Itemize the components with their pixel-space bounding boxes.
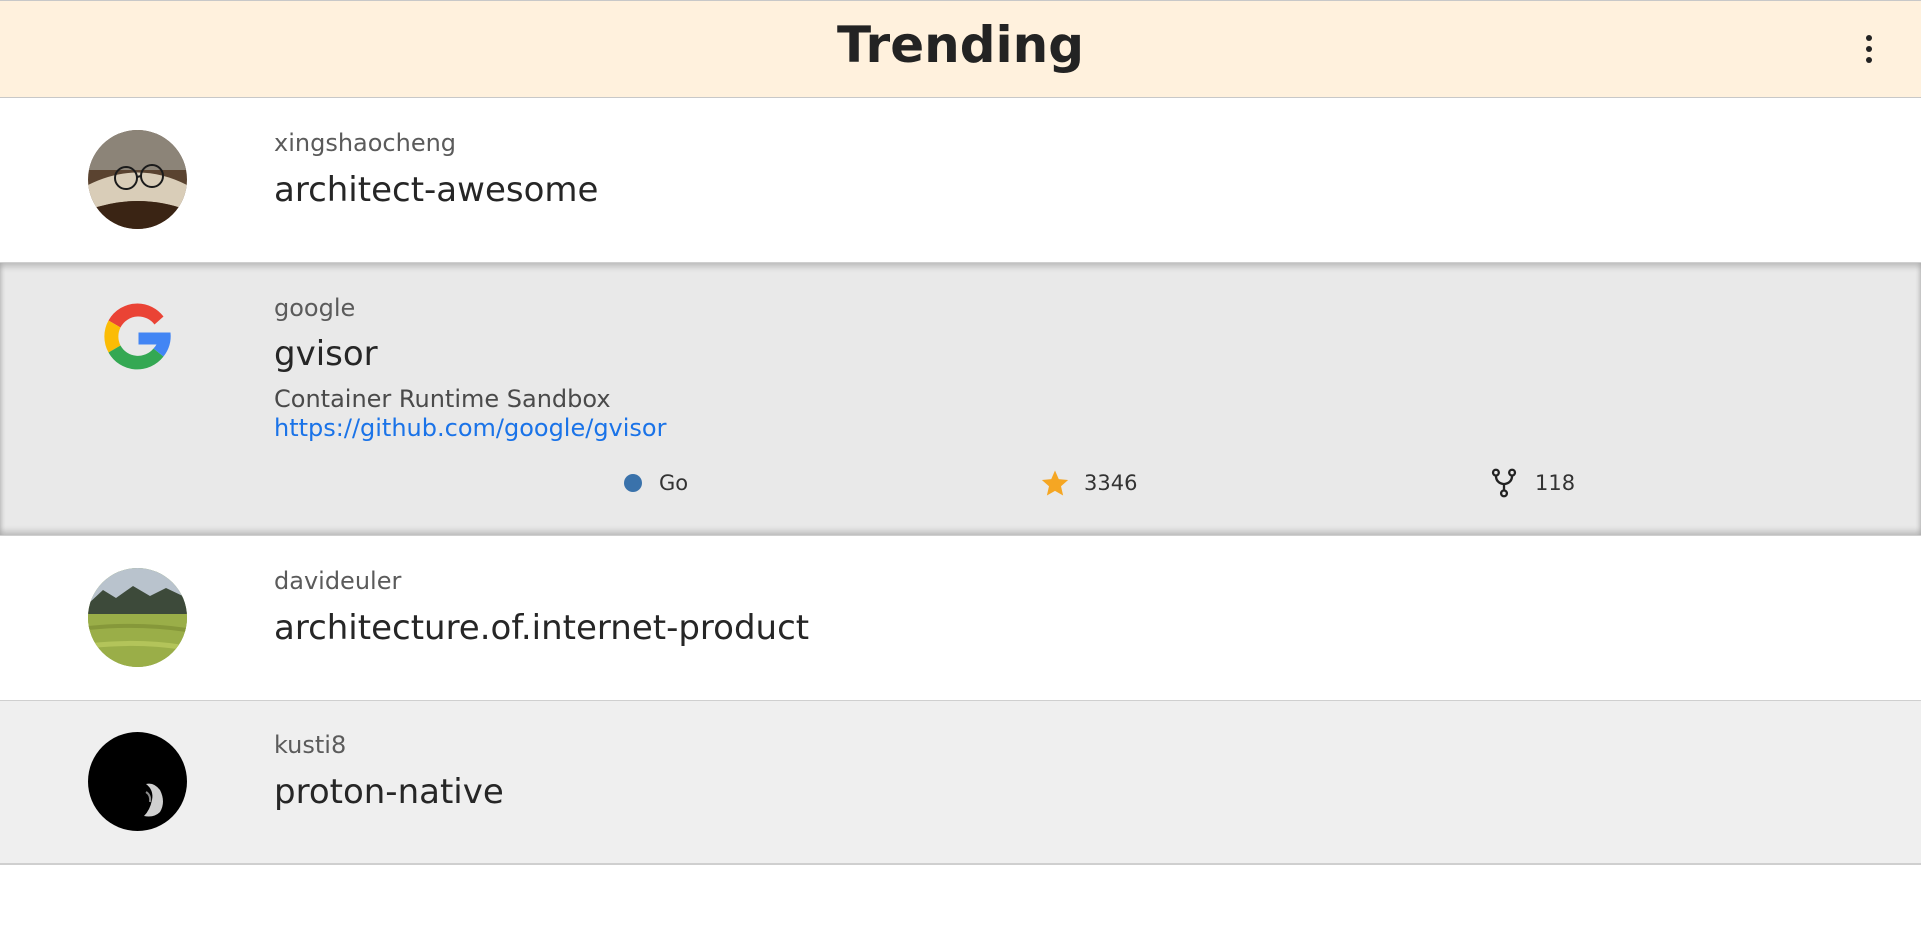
avatar (88, 568, 187, 667)
repo-name[interactable]: architecture.of.internet-product (274, 607, 809, 649)
repo-name[interactable]: architect-awesome (274, 169, 598, 211)
list-item[interactable]: xingshaocheng architect-awesome (0, 98, 1921, 262)
forks-count: 118 (1535, 471, 1576, 495)
more-vert-icon[interactable] (1857, 27, 1881, 71)
page-title: Trending (836, 16, 1085, 74)
avatar (88, 130, 187, 229)
list-item[interactable]: kusti8 proton-native (0, 700, 1921, 865)
star-icon (1041, 470, 1069, 496)
repo-owner: xingshaocheng (274, 129, 457, 157)
language-stat: Go (624, 471, 688, 495)
list-item[interactable]: davideuler architecture.of.internet-prod… (0, 536, 1921, 700)
stars-stat: 3346 (1040, 468, 1137, 498)
repo-url-link[interactable]: https://github.com/google/gvisor (274, 413, 666, 443)
stars-count: 3346 (1084, 471, 1138, 495)
repo-owner: kusti8 (274, 731, 347, 759)
repo-owner: google (274, 294, 356, 322)
repo-name[interactable]: proton-native (274, 771, 504, 813)
list-item-selected[interactable]: google gvisor Container Runtime Sandbox … (0, 262, 1921, 536)
google-logo-avatar (88, 287, 187, 386)
repo-name[interactable]: gvisor (274, 333, 378, 375)
language-label: Go (659, 471, 689, 495)
avatar (88, 732, 187, 831)
forks-stat: 118 (1490, 468, 1575, 498)
fork-icon (1491, 468, 1517, 498)
repo-description: Container Runtime Sandbox (274, 385, 611, 413)
app-bar: Trending (0, 0, 1921, 98)
language-color-dot (624, 474, 642, 492)
repo-owner: davideuler (274, 567, 402, 595)
